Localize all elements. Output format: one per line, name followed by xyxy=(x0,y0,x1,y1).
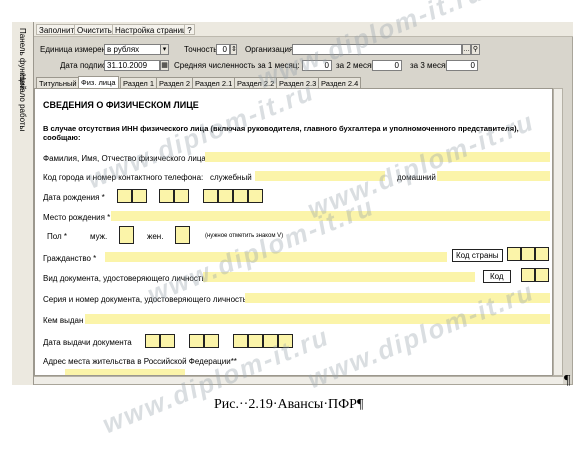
sex-female-label: жен. xyxy=(147,232,164,241)
help-button[interactable]: ? xyxy=(184,24,195,35)
date-input[interactable]: 31.10.2009 xyxy=(104,60,160,71)
birth-month-2[interactable] xyxy=(174,189,189,203)
birth-year-1[interactable] xyxy=(203,189,218,203)
tab-section-2-1[interactable]: Раздел 2.1 xyxy=(192,77,236,88)
country-code-3[interactable] xyxy=(535,247,549,261)
form-title: СВЕДЕНИЯ О ФИЗИЧЕСКОМ ЛИЦЕ xyxy=(43,100,199,110)
birth-month-1[interactable] xyxy=(159,189,174,203)
doc-number-label: Серия и номер документа, удостоверяющего… xyxy=(43,295,247,304)
birth-year-2[interactable] xyxy=(218,189,233,203)
tab-section-2[interactable]: Раздел 2 xyxy=(156,77,194,88)
sex-male-box[interactable] xyxy=(119,226,134,244)
birth-year-4[interactable] xyxy=(248,189,263,203)
intro-line-1: В случае отсутствия ИНН физического лица… xyxy=(43,124,519,133)
precision-stepper-icon[interactable]: ⇕ xyxy=(230,44,237,55)
citizenship-label: Гражданство * xyxy=(43,254,97,263)
tab-section-2-4[interactable]: Раздел 2.4 xyxy=(318,77,362,88)
vertical-scrollbar[interactable] xyxy=(553,88,563,376)
fio-field[interactable] xyxy=(205,152,550,162)
phone-work-label: служебный xyxy=(210,173,252,182)
address-field[interactable] xyxy=(65,369,185,375)
issued-by-label: Кем выдан xyxy=(43,316,84,325)
phone-home-field[interactable] xyxy=(437,171,550,181)
sex-male-label: муж. xyxy=(90,232,108,241)
precision-label: Точность: xyxy=(184,45,220,54)
issue-day-1[interactable] xyxy=(145,334,160,348)
issue-year-1[interactable] xyxy=(233,334,248,348)
vertical-tabs-panel: Панель функций Начало работы xyxy=(12,22,34,385)
figure-caption: Рис.··2.19·Авансы·ПФР¶ xyxy=(214,397,364,412)
clear-button[interactable]: Очистить xyxy=(74,24,115,35)
tab-individuals[interactable]: Физ. лица xyxy=(78,76,119,88)
pilcrow-mark: ¶ xyxy=(564,373,571,388)
issue-month-1[interactable] xyxy=(189,334,204,348)
intro-line-2: сообщаю: xyxy=(43,133,81,142)
doc-code-2[interactable] xyxy=(535,268,549,282)
month3-input[interactable]: 0 xyxy=(446,60,478,71)
address-label: Адрес места жительства в Российской Феде… xyxy=(43,357,237,366)
birth-day-2[interactable] xyxy=(132,189,147,203)
sex-female-box[interactable] xyxy=(175,226,190,244)
birth-place-label: Место рождения * xyxy=(43,213,111,222)
sex-label: Пол * xyxy=(47,232,68,241)
tab-title[interactable]: Титульный xyxy=(36,77,80,88)
horizontal-scrollbar[interactable] xyxy=(34,376,563,384)
page-setup-button[interactable]: Настройка страниц xyxy=(112,24,190,35)
month2-input[interactable]: 0 xyxy=(372,60,402,71)
birth-year-3[interactable] xyxy=(233,189,248,203)
vtab-start[interactable]: Начало работы xyxy=(18,74,27,131)
country-code-label: Код страны xyxy=(452,249,503,262)
birth-day-1[interactable] xyxy=(117,189,132,203)
chevron-down-icon[interactable]: ▾ xyxy=(160,44,169,55)
issue-month-2[interactable] xyxy=(204,334,219,348)
country-code-1[interactable] xyxy=(507,247,521,261)
issue-date-label: Дата выдачи документа xyxy=(43,338,132,347)
precision-input[interactable]: 0 xyxy=(216,44,230,55)
unit-select[interactable]: в рублях xyxy=(104,44,162,55)
country-code-2[interactable] xyxy=(521,247,535,261)
code-label: Код xyxy=(483,270,511,283)
org-select-button[interactable]: … xyxy=(462,44,471,55)
toolbar: Заполнить Очистить Настройка страниц ? xyxy=(34,22,573,37)
tab-section-1[interactable]: Раздел 1 xyxy=(120,77,158,88)
calendar-icon[interactable]: ▦ xyxy=(160,60,169,71)
search-icon[interactable]: ⚲ xyxy=(471,44,480,55)
issue-day-2[interactable] xyxy=(160,334,175,348)
